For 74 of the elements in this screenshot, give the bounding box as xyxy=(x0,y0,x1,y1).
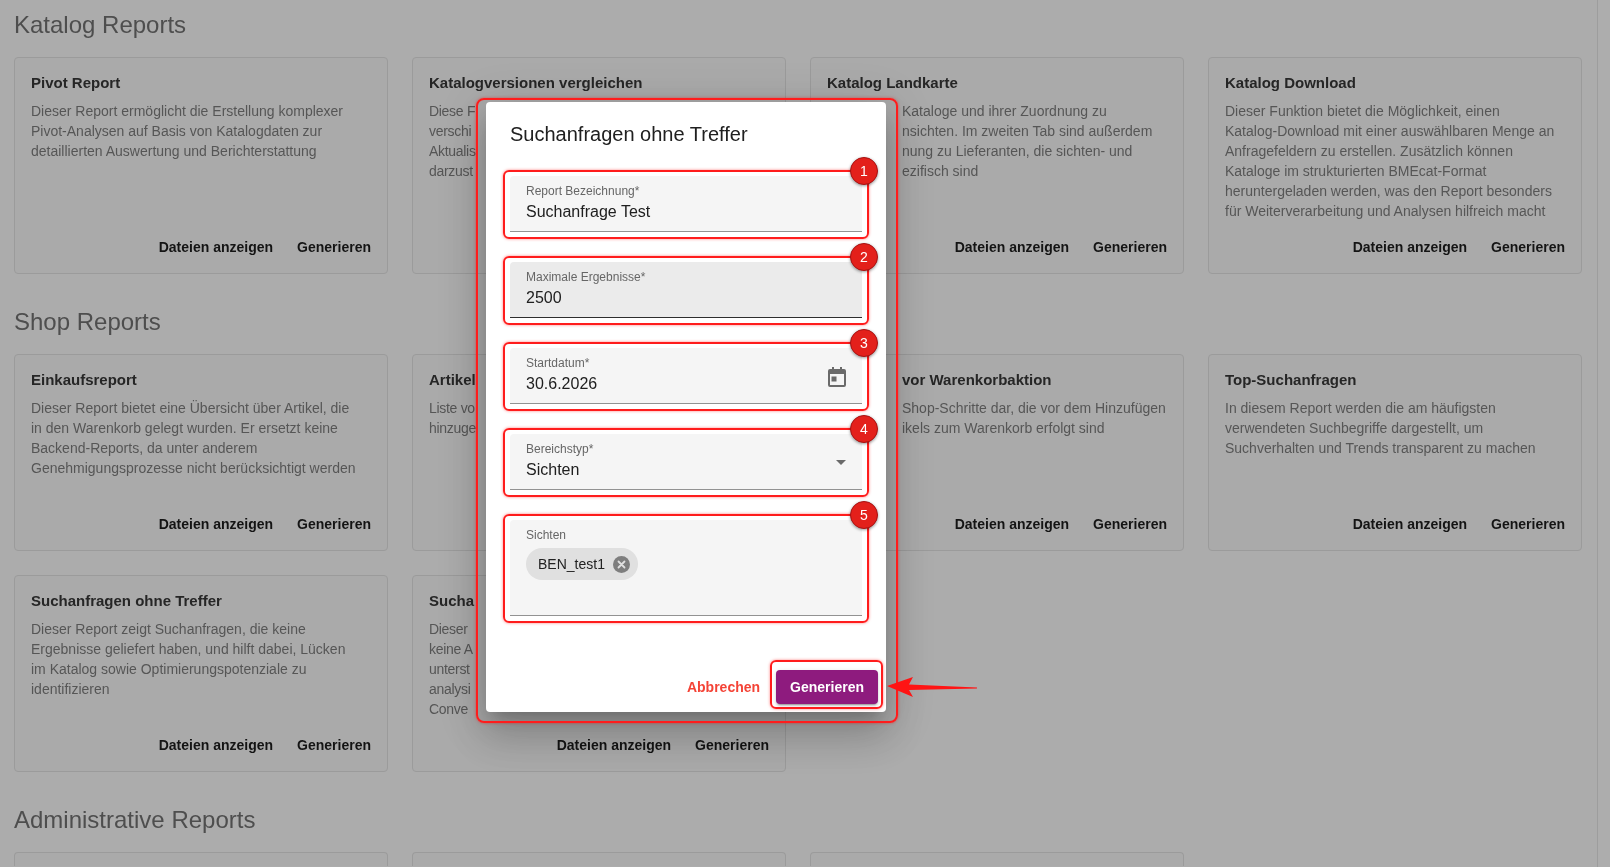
arrow-icon xyxy=(887,676,977,698)
card-description: Dieser xyxy=(429,620,468,639)
section-heading: Shop Reports xyxy=(14,307,161,337)
card-title: Pivot Report xyxy=(31,73,121,93)
text-field[interactable]: Report Bezeichnung* Suchanfrage Test xyxy=(510,176,862,232)
callout-badge: 4 xyxy=(850,415,878,443)
show-files-button[interactable]: Dateien anzeigen xyxy=(150,727,282,763)
card-description: nsichten. Im zweiten Tab sind außerdem xyxy=(902,122,1153,141)
calendar-icon[interactable] xyxy=(828,367,846,387)
date-field[interactable]: Startdatum* 30.6.2026 xyxy=(510,348,862,404)
card-description: keine A xyxy=(429,640,473,659)
generate-button[interactable]: Generieren xyxy=(289,229,379,265)
callout-badge: 2 xyxy=(850,243,878,271)
card-title: Katalog Landkarte xyxy=(827,73,958,93)
card-description: unterst xyxy=(429,660,470,679)
card-title: Katalogversionen vergleichen xyxy=(429,73,643,93)
card-description: Dieser Funktion bietet die Möglichkeit, einen Katalog-Download mit einer auswählbaren Menge an Anfragefeldern zu erstellen. Zusätzlich können Kataloge im strukturierten BMEcat-Format heruntergeladen werden, was den Report besonders für Weiterverarbeitung und Analysen hilfreich macht xyxy=(1225,102,1555,221)
card-description: Dieser Report zeigt Suchanfragen, die keine Ergebnisse geliefert haben, und hilft dabei, Lücken im Katalog sowie Optimierungspotenziale zu identifizieren xyxy=(31,620,347,699)
generate-button[interactable]: Generieren xyxy=(1085,506,1175,542)
card-title: Top-Suchanfragen xyxy=(1225,370,1357,390)
card-title: Suchanfragen ohne Treffer xyxy=(31,591,222,611)
show-files-button[interactable]: Dateien anzeigen xyxy=(946,506,1078,542)
generate-button[interactable]: Generieren xyxy=(1085,229,1175,265)
tag-chip[interactable]: BEN_test1 xyxy=(526,548,638,580)
field-label: Bereichstyp* xyxy=(526,441,594,457)
card-description: Dieser Report ermöglicht die Erstellung komplexer Pivot-Analysen auf Basis von Katalogdaten zur detaillierten Auswertung und Berichterstattung xyxy=(31,102,345,161)
card-description: hinzuge xyxy=(429,419,476,438)
caret-down-icon[interactable] xyxy=(836,460,846,465)
field-label: Maximale Ergebnisse* xyxy=(526,269,646,285)
multi-select-field[interactable]: Sichten BEN_test1 xyxy=(510,520,862,616)
card-title: Sucha xyxy=(429,591,474,611)
section-heading: Katalog Reports xyxy=(14,10,187,40)
callout-badge: 5 xyxy=(850,501,878,529)
dialog-title: Suchanfragen ohne Treffer xyxy=(510,122,748,147)
show-files-button[interactable]: Dateien anzeigen xyxy=(1344,229,1476,265)
section-heading: Administrative Reports xyxy=(14,805,256,835)
generate-button[interactable]: Generieren xyxy=(1483,229,1573,265)
show-files-button[interactable]: Dateien anzeigen xyxy=(150,229,282,265)
card-description: ikels zum Warenkorb erfolgt sind xyxy=(902,419,1105,438)
card-description: Dieser Report bietet eine Übersicht über Artikel, die in den Warenkorb gelegt wurden. Er ersetzt keine Backend-Reports, da unter anderem Genehmigungsprozesse nicht berücksichtigt werden xyxy=(31,399,357,478)
card-title: Artikel xyxy=(429,370,476,390)
show-files-button[interactable]: Dateien anzeigen xyxy=(150,506,282,542)
generate-button[interactable]: Generieren xyxy=(776,670,878,704)
close-icon[interactable] xyxy=(612,555,630,573)
generate-button[interactable]: Generieren xyxy=(289,506,379,542)
text-field[interactable]: Maximale Ergebnisse* 2500 xyxy=(510,262,862,318)
field-label: Report Bezeichnung* xyxy=(526,183,640,199)
card-description: nung zu Lieferanten, die sichten- und xyxy=(902,142,1133,161)
card-description: In diesem Report werden die am häufigsten verwendeten Suchbegriffe dargestellt, um Suchverhalten und Trends transparent zu machen xyxy=(1225,399,1537,458)
card-description: verschi xyxy=(429,122,472,141)
card-description: Kataloge und ihrer Zuordnung zu xyxy=(902,102,1107,121)
card-description: Liste vo xyxy=(429,399,475,418)
cancel-button[interactable]: Abbrechen xyxy=(678,670,769,704)
card-title: Katalog Download xyxy=(1225,73,1356,93)
field-label: Sichten xyxy=(526,527,567,543)
card-title: Einkaufsreport xyxy=(31,370,137,390)
show-files-button[interactable]: Dateien anzeigen xyxy=(1344,506,1476,542)
select-field[interactable]: Bereichstyp* Sichten xyxy=(510,434,862,490)
card-description: Aktualis xyxy=(429,142,476,161)
callout-badge: 3 xyxy=(850,329,878,357)
show-files-button[interactable]: Dateien anzeigen xyxy=(548,727,680,763)
field-label: Startdatum* xyxy=(526,355,590,371)
show-files-button[interactable]: Dateien anzeigen xyxy=(946,229,1078,265)
card-description: Conve xyxy=(429,700,468,719)
card-description: darzust xyxy=(429,162,473,181)
generate-button[interactable]: Generieren xyxy=(687,727,777,763)
card-description: Shop-Schritte dar, die vor dem Hinzufügen xyxy=(902,399,1166,418)
callout-badge: 1 xyxy=(850,157,878,185)
card-title: vor Warenkorbaktion xyxy=(902,370,1052,390)
card-description: ezifisch sind xyxy=(902,162,979,181)
generate-button[interactable]: Generieren xyxy=(289,727,379,763)
card-description: Diese F xyxy=(429,102,476,121)
generate-button[interactable]: Generieren xyxy=(1483,506,1573,542)
card-description: analysi xyxy=(429,680,471,699)
